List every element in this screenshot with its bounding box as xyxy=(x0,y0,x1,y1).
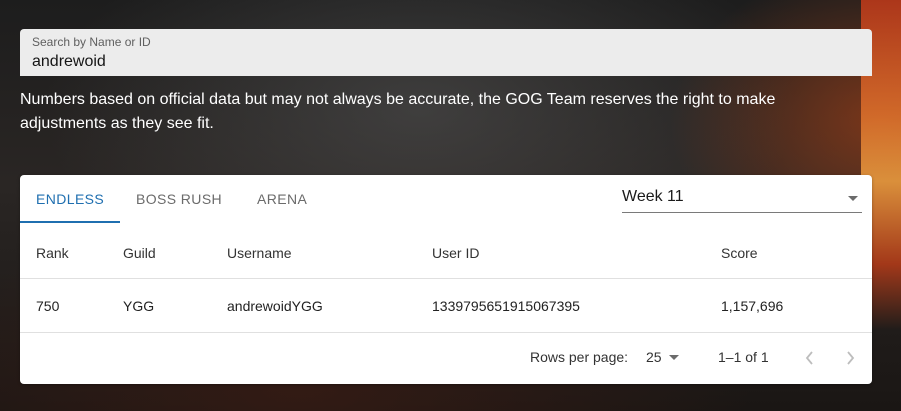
table-header-row: Rank Guild Username User ID Score xyxy=(20,227,872,279)
cell-rank: 750 xyxy=(20,278,123,333)
search-field[interactable]: Search by Name or ID xyxy=(20,29,872,76)
leaderboard-panel: ENDLESS BOSS RUSH ARENA Week 11 Rank Gui… xyxy=(20,175,872,384)
cell-user-id: 1339795651915067395 xyxy=(432,278,721,333)
search-label: Search by Name or ID xyxy=(32,35,151,49)
column-header-score[interactable]: Score xyxy=(721,227,872,279)
pagination-range: 1–1 of 1 xyxy=(718,349,769,365)
rows-per-page-value: 25 xyxy=(646,349,662,365)
cell-username: andrewoidYGG xyxy=(227,278,432,333)
column-header-user-id[interactable]: User ID xyxy=(432,227,721,279)
column-header-guild[interactable]: Guild xyxy=(123,227,227,279)
cell-score: 1,157,696 xyxy=(721,278,872,333)
table-row[interactable]: 750 YGG andrewoidYGG 1339795651915067395… xyxy=(20,278,872,333)
mode-tabs: ENDLESS BOSS RUSH ARENA xyxy=(20,175,326,223)
week-select-value: Week 11 xyxy=(622,188,684,205)
previous-page-button[interactable] xyxy=(795,343,825,373)
next-page-button[interactable] xyxy=(835,343,865,373)
search-input[interactable] xyxy=(32,53,860,71)
chevron-left-icon xyxy=(805,351,813,365)
chevron-down-icon xyxy=(848,196,858,201)
column-header-rank[interactable]: Rank xyxy=(20,227,123,279)
column-header-username[interactable]: Username xyxy=(227,227,432,279)
cell-guild: YGG xyxy=(123,278,227,333)
tab-boss-rush[interactable]: BOSS RUSH xyxy=(120,175,241,223)
table-pagination: Rows per page: 25 1–1 of 1 xyxy=(20,332,872,384)
leaderboard-table: Rank Guild Username User ID Score 750 YG… xyxy=(20,227,872,333)
tab-arena[interactable]: ARENA xyxy=(241,175,326,223)
rows-per-page-label: Rows per page: xyxy=(530,349,629,365)
rows-per-page-select[interactable]: 25 xyxy=(646,349,682,367)
week-select[interactable]: Week 11 xyxy=(622,185,862,213)
disclaimer-text: Numbers based on official data but may n… xyxy=(20,91,776,132)
chevron-right-icon xyxy=(847,351,855,365)
tab-endless[interactable]: ENDLESS xyxy=(20,175,120,223)
chevron-down-icon xyxy=(669,355,679,360)
